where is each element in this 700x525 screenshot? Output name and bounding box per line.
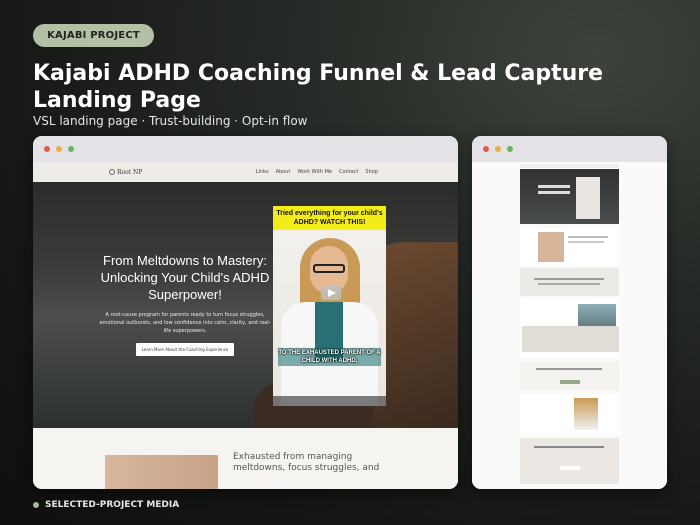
logo-icon [109,169,115,175]
section-text: Exhausted from managing meltdowns, focus… [233,452,380,473]
nav-link[interactable]: Contact [339,169,358,175]
mini-image [574,398,598,430]
play-icon [328,289,336,297]
close-dot-icon [483,146,489,152]
page-subtitle: VSL landing page · Trust-building · Opt-… [33,114,308,128]
fullpage-canvas [472,162,667,489]
presenter-glasses [313,264,345,273]
mini-button [560,466,580,470]
footer-text: SELECTED-PROJECT MEDIA [45,500,180,510]
hero-headline: From Meltdowns to Mastery: Unlocking You… [100,253,270,302]
mini-section-4 [520,394,619,434]
hero-section: From Meltdowns to Mastery: Unlocking You… [33,182,458,428]
mini-text [568,241,604,243]
fullpage-preview-card [472,136,667,489]
mini-headline [538,185,570,188]
browser-chrome [472,136,667,162]
maximize-dot-icon [507,146,513,152]
mini-section-3 [520,298,619,358]
hero-cta-button[interactable]: Learn More About the Coaching Experience [135,343,235,356]
maximize-dot-icon [68,146,74,152]
mini-text [534,446,604,448]
mini-footer-cta [520,438,619,484]
vsl-video[interactable]: Tried everything for your child's ADHD? … [273,206,386,406]
mini-section-1 [520,228,619,266]
mini-video [576,177,600,219]
minimize-dot-icon [56,146,62,152]
mini-headline [538,191,570,194]
close-dot-icon [44,146,50,152]
site-logo: Root NP [109,169,142,176]
mini-band [522,326,619,352]
mini-section-2 [520,268,619,296]
project-tag: KAJABI PROJECT [33,24,154,47]
mini-text [534,278,604,280]
nav-links: Links About Work With Me Contact Shop [256,169,378,175]
logo-text: Root NP [117,168,143,176]
nav-link[interactable]: Links [256,169,269,175]
hero-content: From Meltdowns to Mastery: Unlocking You… [99,252,271,356]
video-caption: TO THE EXHAUSTED PARENT OF A CHILD WITH … [278,348,381,366]
page-title: Kajabi ADHD Coaching Funnel & Lead Captu… [33,61,604,113]
nav-link[interactable]: Work With Me [297,169,332,175]
video-banner: Tried everything for your child's ADHD? … [273,206,386,230]
video-controls[interactable] [273,396,386,406]
mini-button [560,380,580,384]
mini-navbar [520,164,619,168]
hero-body: A root-cause program for parents ready t… [99,312,271,334]
section-image [105,455,218,489]
nav-link[interactable]: About [276,169,291,175]
mini-optin [520,362,619,390]
minimize-dot-icon [495,146,501,152]
mini-image [538,232,564,262]
below-hero-section: Exhausted from managing meltdowns, focus… [33,428,458,489]
site-navbar: Root NP Links About Work With Me Contact… [33,162,458,182]
desktop-preview-card: Root NP Links About Work With Me Contact… [33,136,458,489]
nav-link[interactable]: Shop [365,169,378,175]
bullet-icon [33,502,39,508]
browser-chrome [33,136,458,162]
mini-text [568,236,608,238]
mini-text [538,283,600,285]
mini-text [536,368,602,370]
mini-hero [520,169,619,224]
footer-label: SELECTED-PROJECT MEDIA [33,500,179,510]
